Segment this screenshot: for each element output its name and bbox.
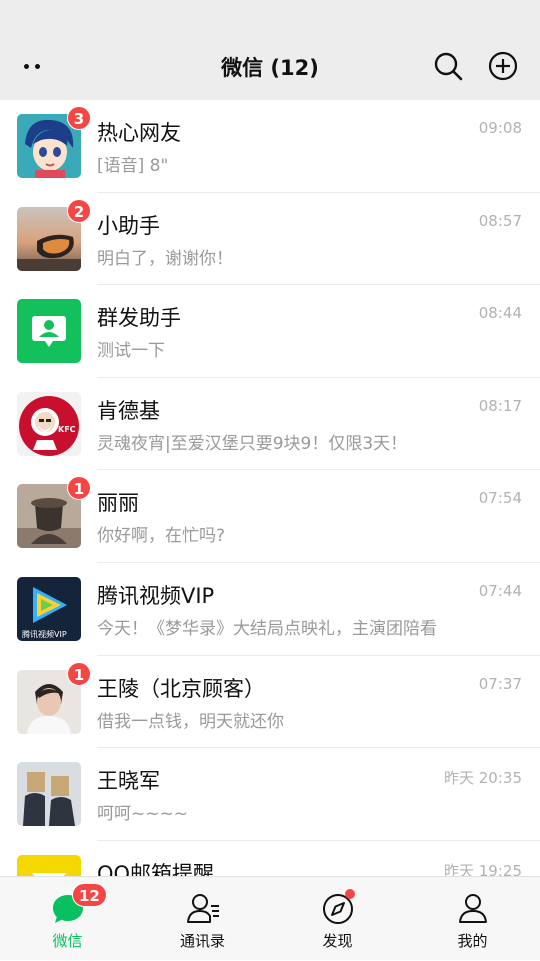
chat-time: 08:44 bbox=[478, 304, 522, 323]
chat-row[interactable]: QQ邮箱提醒 昨天 19:25 bbox=[0, 840, 540, 876]
person-icon bbox=[458, 894, 487, 923]
tab-chats[interactable]: 12 微信 bbox=[0, 877, 135, 961]
chat-time: 07:44 bbox=[478, 581, 522, 600]
discover-dot bbox=[345, 889, 355, 899]
chat-list[interactable]: 3 热心网友 09:08 [语音] 8" 2 小助手 08:57 明白了，谢谢你… bbox=[0, 100, 540, 876]
chat-preview: 测试一下 bbox=[97, 341, 165, 362]
chat-time: 09:08 bbox=[478, 119, 522, 137]
broadcast-assistant-avatar bbox=[17, 299, 81, 364]
paper-bag-people-avatar bbox=[17, 762, 81, 827]
contacts-icon bbox=[186, 894, 219, 923]
chat-row[interactable]: 1 丽丽 07:54 你好啊，在忙吗? bbox=[0, 470, 540, 563]
chat-name: 王陵（北京顾客） bbox=[97, 676, 265, 701]
tab-label: 微信 bbox=[52, 932, 83, 950]
chat-name: 小助手 bbox=[97, 213, 160, 238]
top-bar: 微信 (12) bbox=[0, 0, 540, 100]
unread-badge: 2 bbox=[67, 198, 91, 223]
chat-name: QQ邮箱提醒 bbox=[97, 861, 215, 876]
svg-text:KFC: KFC bbox=[58, 425, 76, 434]
chat-name: 肯德基 bbox=[97, 398, 160, 423]
chat-name: 热心网友 bbox=[97, 121, 181, 145]
svg-text:腾讯视频VIP: 腾讯视频VIP bbox=[22, 629, 67, 639]
chat-row[interactable]: 群发助手 08:44 测试一下 bbox=[0, 285, 540, 378]
unread-badge: 3 bbox=[67, 106, 91, 130]
tab-unread-badge: 12 bbox=[72, 883, 107, 907]
tab-me[interactable]: 我的 bbox=[405, 877, 540, 961]
chat-row[interactable]: KFC 肯德基 08:17 灵魂夜宵|至爱汉堡只要9块9！仅限3天！ bbox=[0, 377, 540, 471]
tab-discover[interactable]: 发现 bbox=[270, 877, 405, 961]
chat-name: 群发助手 bbox=[97, 306, 181, 331]
chat-name: 王晓军 bbox=[97, 769, 160, 794]
chat-row[interactable]: 腾讯视频VIP 腾讯视频VIP 07:44 今天！《梦华录》大结局点映礼，主演团… bbox=[0, 562, 540, 656]
chat-preview: 你好啊，在忙吗? bbox=[97, 526, 226, 547]
chat-row[interactable]: 2 小助手 08:57 明白了，谢谢你！ bbox=[0, 192, 540, 286]
chat-preview: 借我一点钱，明天就还你 bbox=[97, 711, 284, 732]
chat-name: 腾讯视频VIP bbox=[97, 583, 215, 608]
chat-preview: 灵魂夜宵|至爱汉堡只要9块9！仅限3天！ bbox=[97, 433, 408, 454]
chat-time: 昨天 19:25 bbox=[444, 861, 522, 876]
chat-preview: 今天！《梦华录》大结局点映礼，主演团陪看 bbox=[97, 618, 437, 639]
chat-time: 08:57 bbox=[478, 211, 522, 230]
qq-mail-avatar bbox=[17, 854, 81, 876]
chat-row[interactable]: 1 王陵（北京顾客） 07:37 借我一点钱，明天就还你 bbox=[0, 655, 540, 749]
tencent-video-avatar: 腾讯视频VIP bbox=[17, 576, 81, 641]
unread-badge: 1 bbox=[67, 661, 91, 686]
chat-row[interactable]: 3 热心网友 09:08 [语音] 8" bbox=[0, 100, 540, 193]
chat-time: 08:17 bbox=[478, 396, 522, 415]
tab-contacts[interactable]: 通讯录 bbox=[135, 877, 270, 961]
tab-label: 我的 bbox=[457, 932, 488, 950]
chat-time: 昨天 20:35 bbox=[444, 769, 522, 788]
chat-preview: 明白了，谢谢你！ bbox=[97, 248, 233, 269]
chat-time: 07:37 bbox=[478, 674, 522, 693]
bottom-tab-bar: 12 微信 通讯录 发现 我的 bbox=[0, 876, 540, 960]
unread-badge: 1 bbox=[67, 476, 91, 501]
plus-circle-icon[interactable] bbox=[487, 50, 519, 82]
tab-label: 通讯录 bbox=[179, 932, 225, 950]
chat-row[interactable]: 王晓军 昨天 20:35 呵呵~~~~ bbox=[0, 748, 540, 841]
chat-preview: 呵呵~~~~ bbox=[97, 804, 188, 825]
kfc-avatar: KFC bbox=[17, 391, 81, 456]
chat-name: 丽丽 bbox=[97, 491, 139, 516]
tab-label: 发现 bbox=[322, 932, 353, 950]
search-icon[interactable] bbox=[432, 50, 464, 82]
chat-preview: [语音] 8" bbox=[97, 156, 169, 176]
chat-time: 07:54 bbox=[478, 489, 522, 508]
